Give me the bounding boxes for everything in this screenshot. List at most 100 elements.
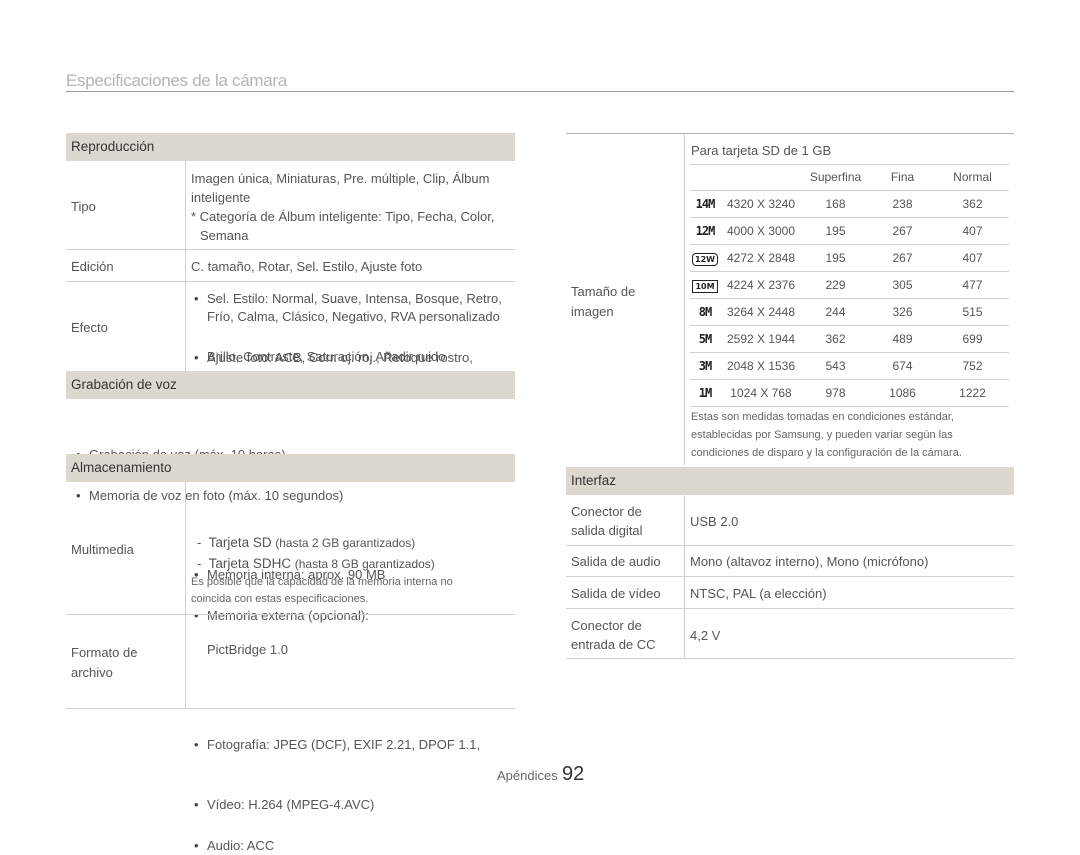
row-resolution: 2592 X 1944: [720, 325, 802, 353]
tarjeta-sd-label: Tarjeta SD: [208, 535, 272, 550]
row-fina: 489: [869, 325, 936, 353]
salida-video-value: NTSC, PAL (a elección): [690, 586, 827, 601]
multimedia-label: Multimedia: [71, 542, 134, 557]
row-superfina: 362: [802, 325, 869, 353]
almacenamiento-header: Almacenamiento: [66, 454, 515, 482]
tarjeta-sdhc-label: Tarjeta SDHC: [208, 556, 292, 571]
table-row: 5M 2592 X 1944 362 489 699: [690, 325, 1009, 353]
row-fina: 238: [869, 190, 936, 218]
formato-foto-2: PictBridge 1.0: [207, 642, 288, 657]
tamano-note-1: Estas son medidas tomadas en condiciones…: [691, 411, 954, 423]
row-fina: 267: [869, 244, 936, 272]
tarjeta-sd: - Tarjeta SD (hasta 2 GB garantizados): [197, 533, 415, 553]
row-normal: 752: [936, 352, 1009, 380]
tipo-line-3: * Categoría de Álbum inteligente: Tipo, …: [191, 209, 495, 224]
tarjeta-sdhc: - Tarjeta SDHC (hasta 8 GB garantizados): [197, 554, 435, 574]
row-resolution: 4224 X 2376: [720, 271, 802, 299]
formato-label-2: archivo: [71, 665, 113, 680]
row-fina: 267: [869, 217, 936, 245]
edicion-value: C. tamaño, Rotar, Sel. Estilo, Ajuste fo…: [191, 259, 423, 274]
entrada-cc-label-2: entrada de CC: [571, 637, 656, 652]
resolution-10m-icon: 10M: [692, 279, 718, 293]
table-row: 1M 1024 X 768 978 1086 1222: [690, 379, 1009, 407]
row-divider: [66, 708, 515, 709]
row-normal: 407: [936, 217, 1009, 245]
row-divider: [566, 133, 1014, 134]
resolution-1m-icon: 1M: [698, 386, 712, 400]
resolution-12w-icon: 12W: [692, 252, 718, 266]
tipo-line-2: inteligente: [191, 190, 251, 205]
row-normal: 477: [936, 271, 1009, 299]
grabacion-header: Grabación de voz: [66, 371, 515, 399]
tamano-note-3: condiciones de disparo y la configuració…: [691, 447, 962, 459]
tamano-label-1: Tamaño de: [571, 284, 636, 299]
table-row: 10M 4224 X 2376 229 305 477: [690, 271, 1009, 299]
table-row: 12W 4272 X 2848 195 267 407: [690, 244, 1009, 272]
row-divider: [66, 614, 515, 615]
table-row: 8M 3264 X 2448 244 326 515: [690, 298, 1009, 326]
tarjeta-sd-note: (hasta 2 GB garantizados): [275, 536, 416, 550]
row-fina: 326: [869, 298, 936, 326]
row-resolution: 4320 X 3240: [720, 190, 802, 218]
row-divider: [66, 249, 515, 250]
left-column: Reproducción Tipo Imagen única, Miniatur…: [66, 133, 515, 855]
column-divider: [185, 161, 186, 371]
col-header-normal: Normal: [936, 164, 1009, 191]
table-header-row: Superfina Fina Normal: [690, 164, 1009, 191]
row-divider: [66, 281, 515, 282]
title-divider: [66, 91, 1014, 92]
table-row: 14M 4320 X 3240 168 238 362: [690, 190, 1009, 218]
right-column: Tamaño de imagen Para tarjeta SD de 1 GB…: [566, 133, 1014, 663]
dash-mark: -: [197, 556, 209, 571]
tamano-label-2: imagen: [571, 304, 614, 319]
row-normal: 515: [936, 298, 1009, 326]
row-superfina: 244: [802, 298, 869, 326]
row-superfina: 543: [802, 352, 869, 380]
row-normal: 407: [936, 244, 1009, 272]
tipo-line-1: Imagen única, Miniaturas, Pre. múltiple,…: [191, 171, 490, 186]
column-divider: [185, 482, 186, 708]
page-number: 92: [562, 763, 585, 785]
row-resolution: 4272 X 2848: [720, 244, 802, 272]
row-normal: 1222: [936, 379, 1009, 407]
row-fina: 305: [869, 271, 936, 299]
column-divider: [684, 133, 685, 465]
entrada-cc-value: 4,2 V: [690, 628, 721, 643]
edicion-label: Edición: [71, 259, 114, 274]
table-row: 3M 2048 X 1536 543 674 752: [690, 352, 1009, 380]
formato-audio: Audio: ACC: [194, 836, 656, 855]
salida-audio-value: Mono (altavoz interno), Mono (micrófono): [690, 554, 929, 569]
almacenamiento-note-1: Es posible que la capacidad de la memori…: [191, 576, 453, 588]
tamano-note-2: establecidas por Samsung, y pueden varia…: [691, 429, 953, 441]
entrada-cc-label-1: Conector de: [571, 618, 642, 633]
row-superfina: 195: [802, 217, 869, 245]
row-divider: [566, 608, 1014, 609]
row-normal: 699: [936, 325, 1009, 353]
row-superfina: 978: [802, 379, 869, 407]
almacenamiento-note-2: coincida con estas especificaciones.: [191, 593, 369, 605]
dash-mark: -: [197, 535, 209, 550]
row-divider: [566, 658, 1014, 659]
resolution-8m-icon: 8M: [698, 305, 712, 319]
column-divider: [684, 495, 685, 658]
efecto-line-4: Brillo, Contraste, Saturación, Añadir ru…: [207, 349, 446, 364]
conector-salida-label-1: Conector de: [571, 504, 642, 519]
col-header-fina: Fina: [869, 164, 936, 191]
row-superfina: 229: [802, 271, 869, 299]
footer-section: Apéndices: [497, 768, 558, 783]
tipo-line-4: Semana: [200, 228, 249, 243]
row-resolution: 4000 X 3000: [720, 217, 802, 245]
resolution-table: Superfina Fina Normal 14M 4320 X 3240 16…: [690, 164, 1009, 407]
formato-foto-1: Fotografía: JPEG (DCF), EXIF 2.21, DPOF …: [194, 735, 656, 754]
conector-salida-label-2: salida digital: [571, 523, 643, 538]
conector-salida-value: USB 2.0: [690, 514, 739, 529]
resolution-3m-icon: 3M: [698, 359, 712, 373]
resolution-5m-icon: 5M: [698, 332, 712, 346]
card-title: Para tarjeta SD de 1 GB: [691, 143, 832, 158]
row-divider: [566, 545, 1014, 546]
row-divider: [566, 576, 1014, 577]
tarjeta-sdhc-note: (hasta 8 GB garantizados): [294, 557, 435, 571]
row-fina: 1086: [869, 379, 936, 407]
reproduccion-header: Reproducción: [66, 133, 515, 161]
resolution-14m-icon: 14M: [695, 197, 716, 211]
